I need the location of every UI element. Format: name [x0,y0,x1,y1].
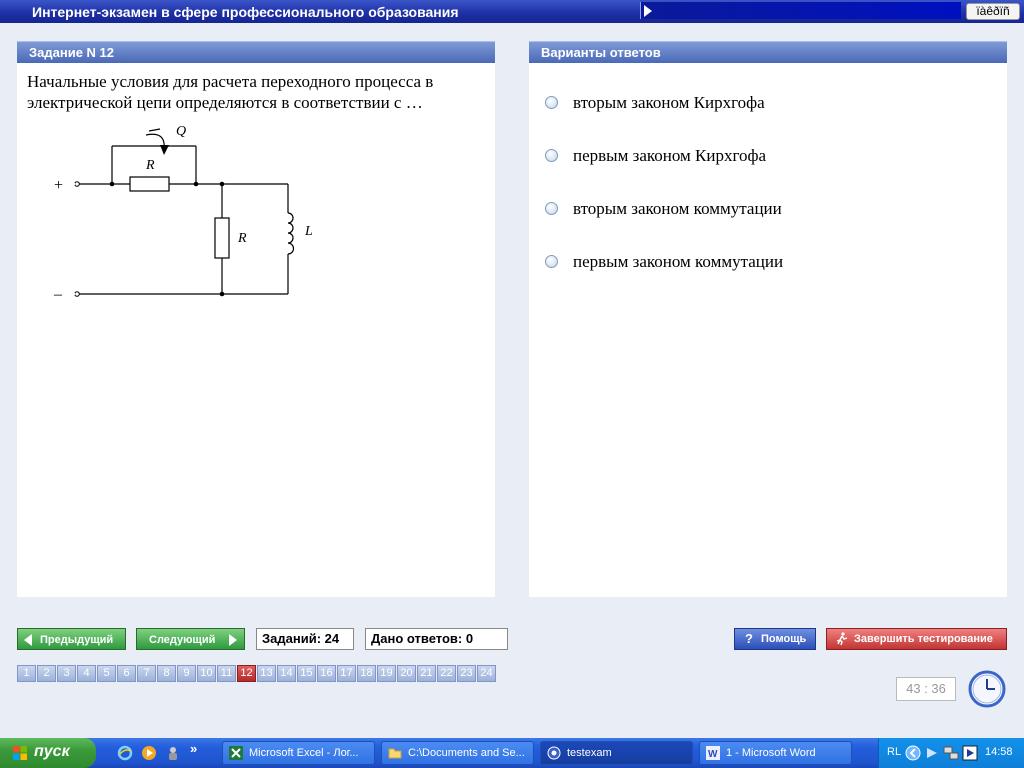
tasks-total: Заданий: 24 [256,628,354,650]
messenger-icon[interactable] [165,745,181,761]
page-button-10[interactable]: 10 [197,665,216,682]
switch-label: Q [176,124,186,139]
page-button-19[interactable]: 19 [377,665,396,682]
task-panel: Задание N 12 Начальные условия для расче… [17,41,495,597]
next-button[interactable]: Следующий [136,628,245,650]
page-button-15[interactable]: 15 [297,665,316,682]
start-button[interactable]: пуск [0,738,96,768]
radio-button[interactable] [545,149,558,162]
answers-panel: Варианты ответов вторым законом Кирхгофа… [529,41,1007,597]
inductor [287,212,295,255]
page-button-1[interactable]: 1 [17,665,36,682]
page-button-13[interactable]: 13 [257,665,276,682]
media-tray-icon[interactable] [962,745,978,761]
page-button-23[interactable]: 23 [457,665,476,682]
start-label: пуск [34,743,70,760]
clock-icon [968,670,1006,708]
page-button-4[interactable]: 4 [77,665,96,682]
page-button-18[interactable]: 18 [357,665,376,682]
help-button-label: Помощь [761,633,807,645]
windows-logo-icon [13,746,27,760]
running-man-icon [836,632,848,646]
windows-taskbar: пуск » Microsoft Excel - Лог... C:\Docum… [0,738,1024,768]
page-button-9[interactable]: 9 [177,665,196,682]
app-title: Интернет-экзамен в сфере профессионально… [32,4,459,20]
page-button-20[interactable]: 20 [397,665,416,682]
inductor-label: L [304,224,313,239]
title-arrow-button[interactable] [640,2,961,19]
answer-option-label: первым законом коммутации [573,252,784,271]
play-arrow-icon [644,5,652,17]
arrow-left-icon [24,634,32,646]
finish-test-label: Завершить тестирование [854,633,993,645]
word-icon: W [706,746,720,760]
answers-given: Дано ответов: 0 [365,628,508,650]
page-button-11[interactable]: 11 [217,665,236,682]
previous-button-label: Предыдущий [40,634,114,646]
circuit-diagram: + – Q R R L [53,124,313,301]
task-header: Задание N 12 [17,41,495,63]
help-button[interactable]: ? Помощь [734,628,816,650]
chevron-left-icon[interactable] [905,745,921,761]
page-button-8[interactable]: 8 [157,665,176,682]
timer-display: 43 : 36 [896,677,956,701]
page-button-7[interactable]: 7 [137,665,156,682]
quick-launch-more[interactable]: » [190,741,197,756]
page-button-16[interactable]: 16 [317,665,336,682]
page-button-21[interactable]: 21 [417,665,436,682]
top-resistor [129,176,170,192]
page-button-17[interactable]: 17 [337,665,356,682]
play-tray-icon[interactable] [924,745,940,761]
answer-option-label: вторым законом коммутации [573,199,782,218]
radio-button[interactable] [545,96,558,109]
taskbar-item-word[interactable]: W 1 - Microsoft Word [699,741,852,765]
page-button-12[interactable]: 12 [237,665,256,682]
next-button-label: Следующий [149,634,216,646]
previous-button[interactable]: Предыдущий [17,628,126,650]
app-icon [547,746,561,760]
page-button-22[interactable]: 22 [437,665,456,682]
minus-terminal-label: – [53,286,63,301]
system-tray: RL 14:58 [878,738,1024,768]
answer-option-label: первым законом Кирхгофа [573,146,767,165]
taskbar-item-label: testexam [567,747,612,759]
taskbar-item-testexam[interactable]: testexam [540,741,693,765]
plus-terminal-label: + [54,177,63,194]
app-title-bar: Интернет-экзамен в сфере профессионально… [0,0,1024,23]
network-icon[interactable] [943,745,959,761]
middle-resistor [214,217,230,259]
middle-resistor-label: R [237,231,247,246]
page-button-5[interactable]: 5 [97,665,116,682]
radio-button[interactable] [545,255,558,268]
taskbar-item-label: Microsoft Excel - Лог... [249,747,359,759]
page-button-24[interactable]: 24 [477,665,496,682]
taskbar-item-label: C:\Documents and Se... [408,747,525,759]
switch-arrow-icon [160,145,169,155]
page-button-2[interactable]: 2 [37,665,56,682]
top-resistor-label: R [145,158,155,173]
language-indicator-tray[interactable]: RL [887,746,901,758]
taskbar-item-excel[interactable]: Microsoft Excel - Лог... [222,741,375,765]
answer-option-label: вторым законом Кирхгофа [573,93,765,112]
answers-header: Варианты ответов [529,41,1007,63]
taskbar-clock: 14:58 [985,746,1013,758]
language-indicator[interactable]: ïàêðïñ [966,3,1020,20]
radio-button[interactable] [545,202,558,215]
folder-icon [388,748,402,759]
internet-explorer-icon[interactable] [117,745,133,761]
question-mark-icon: ? [745,631,753,646]
svg-text:W: W [708,749,718,760]
arrow-right-icon [229,634,237,646]
page-button-14[interactable]: 14 [277,665,296,682]
page-button-3[interactable]: 3 [57,665,76,682]
page-button-6[interactable]: 6 [117,665,136,682]
media-player-icon[interactable] [141,745,157,761]
question-text: Начальные условия для расчета переходног… [27,72,434,112]
taskbar-item-label: 1 - Microsoft Word [726,747,816,759]
finish-test-button[interactable]: Завершить тестирование [826,628,1007,650]
excel-icon [229,746,243,760]
taskbar-item-explorer[interactable]: C:\Documents and Se... [381,741,534,765]
